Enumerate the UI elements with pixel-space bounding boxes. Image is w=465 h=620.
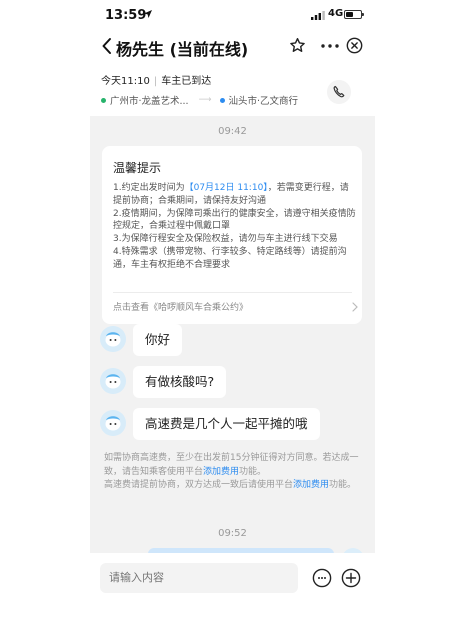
input-bar [0,553,465,620]
notice-body: 1.约定出发时间为【07月12日 11:10】，若需变更行程，请提前协商；合乘期… [113,182,357,272]
trip-route: 广州市·龙盖艺术... ⟶ 汕头市·乙文商行 [101,93,298,107]
page-title: 杨先生 (当前在线) [116,40,249,59]
trip-time: 今天11:10 [101,76,150,87]
message-input[interactable] [100,563,298,593]
network-type: 4G [328,8,344,19]
status-bar: 13:59 4G [0,0,465,30]
chat-screen: 13:59 4G 杨先生 (当前在线) 今天11:10 | 车主已到达 广州市·… [0,0,465,620]
plus-circle-icon[interactable] [341,568,361,588]
status-time: 13:59 [105,8,147,23]
back-arrow-icon[interactable] [100,36,114,56]
chat-timestamp: 09:52 [218,528,247,539]
trip-info: 今天11:10 | 车主已到达 广州市·龙盖艺术... ⟶ 汕头市·乙文商行 [0,64,465,116]
location-arrow-icon [144,10,152,18]
more-icon[interactable] [321,44,339,48]
avatar[interactable] [100,326,126,352]
add-fee-link[interactable]: 添加费用 [203,467,239,477]
destination-dot-icon [219,97,225,103]
nav-bar: 杨先生 (当前在线) [0,30,465,64]
carpool-agreement-link[interactable]: 点击查看《哈啰顺风车合乘公约》 [113,300,248,313]
message-bubble[interactable]: 你好 [133,324,183,356]
close-circle-icon[interactable] [346,37,363,54]
notice-line-4: 4.特殊需求（携带宠物、行李较多、特定路线等）请提前沟通，车主有权拒绝不合理要求 [113,246,347,270]
chevron-right-icon[interactable] [352,302,358,312]
message-bubble[interactable]: 高速费是几个人一起平摊的哦 [133,408,320,440]
trip-destination: 汕头市·乙文商行 [228,96,299,107]
departure-time-highlight: 【07月12日 11:10】 [184,183,268,193]
signal-icon [311,11,325,20]
trip-origin: 广州市·龙盖艺术... [110,96,189,107]
message-bubble[interactable]: 有做核酸吗? [133,366,227,398]
phone-button[interactable] [327,80,351,104]
avatar[interactable] [100,368,126,394]
emoji-icon[interactable] [312,568,332,588]
notice-card: 温馨提示 1.约定出发时间为【07月12日 11:10】，若需变更行程，请提前协… [102,146,362,324]
chat-timestamp: 09:42 [218,126,247,137]
add-fee-link[interactable]: 添加费用 [293,480,329,490]
notice-line-3: 3.为保障行程安全及保险权益，请勿与车主进行线下交易 [113,234,338,245]
notice-line-2: 2.疫情期间，为保障司乘出行的健康安全，请遵守相关疫情防控规定，合乘过程中佩戴口… [113,208,356,232]
avatar[interactable] [100,410,126,436]
system-note: 如需协商高速费，至少在出发前15分钟征得对方同意。若达成一致，请告知乘客使用平台… [104,453,359,491]
origin-dot-icon [101,97,106,103]
notice-title: 温馨提示 [113,161,162,175]
route-arrow-icon: ⟶ [198,95,212,105]
star-icon[interactable] [289,37,306,54]
notice-line-1: 1.约定出发时间为【07月12日 11:10】，若需变更行程，请提前协商；合乘期… [113,183,349,206]
battery-icon [344,10,364,19]
chat-area[interactable]: 09:42 温馨提示 1.约定出发时间为【07月12日 11:10】，若需变更行… [90,116,375,553]
trip-status-text: 车主已到达 [161,76,212,87]
trip-status: 今天11:10 | 车主已到达 [101,76,212,87]
divider [113,292,352,293]
